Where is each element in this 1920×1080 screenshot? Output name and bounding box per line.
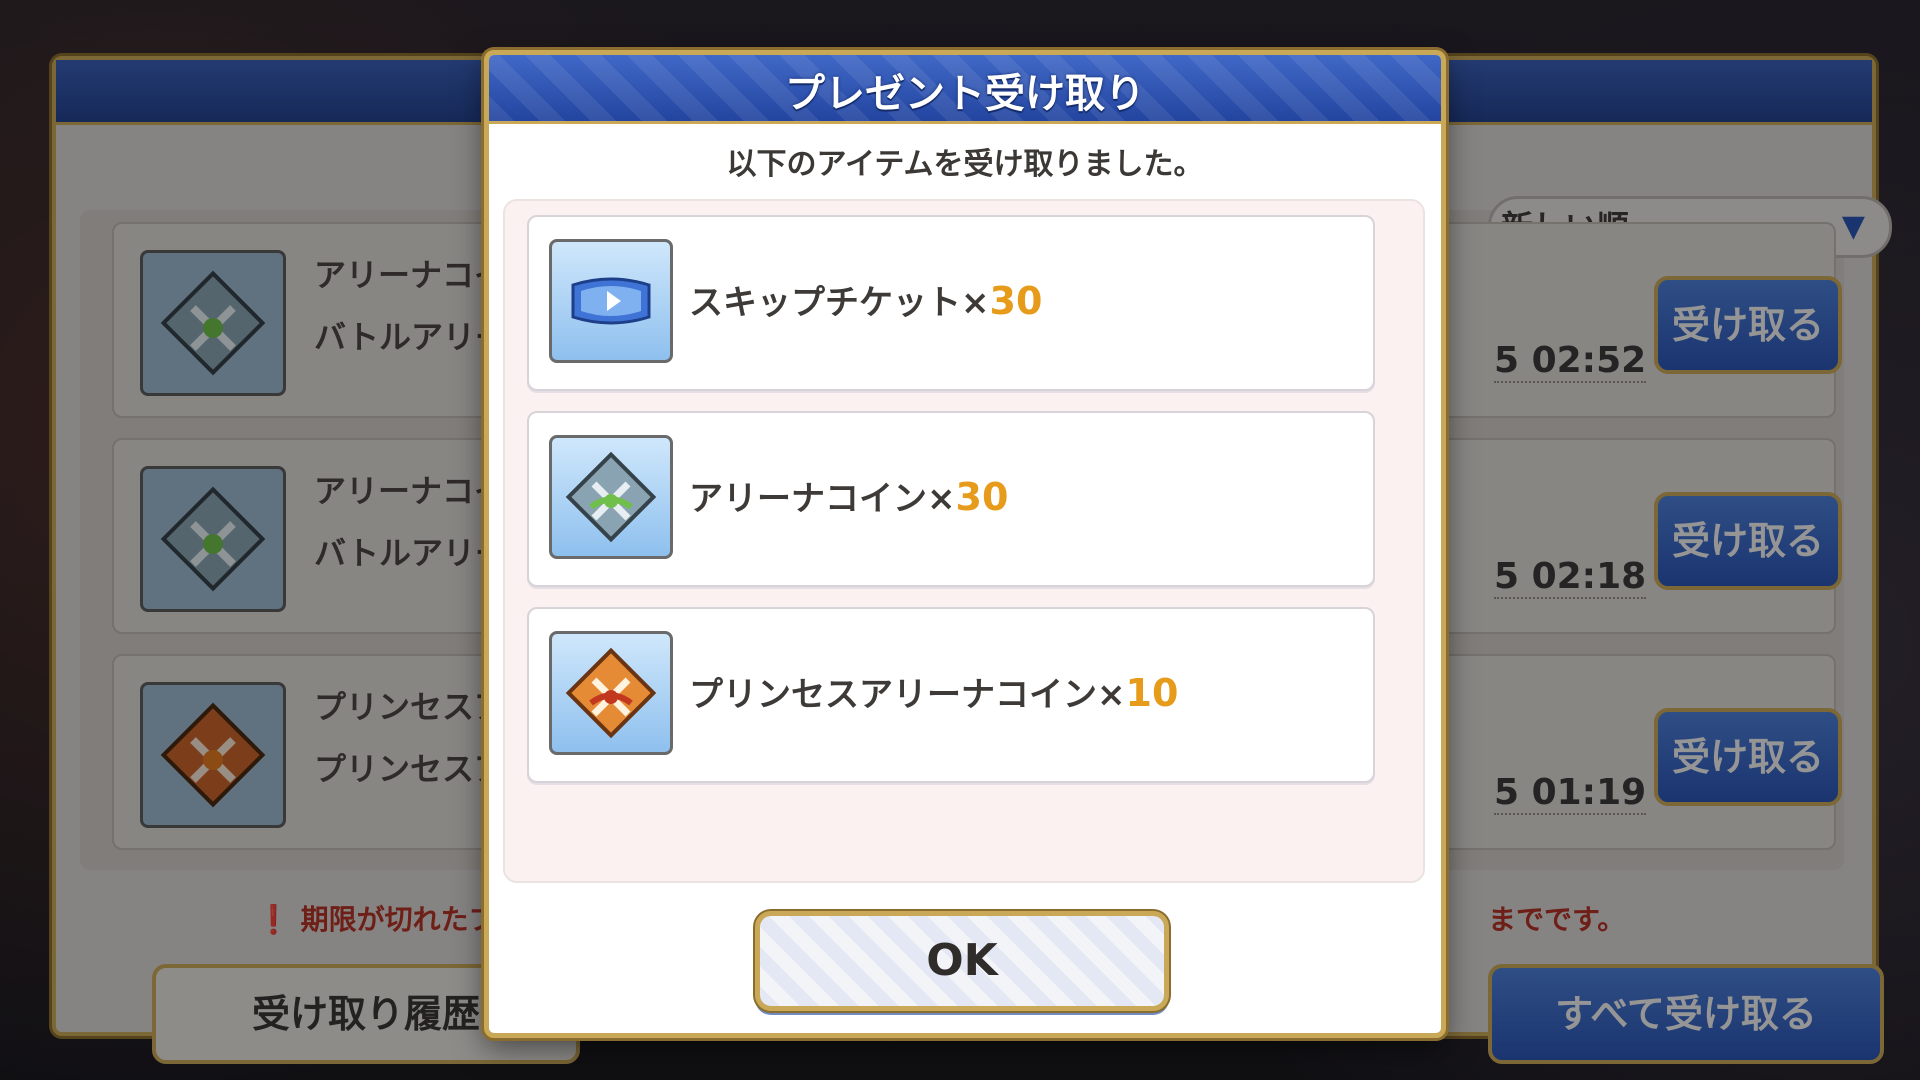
received-item-label: アリーナコイン×30 xyxy=(689,471,1008,520)
present-received-dialog: プレゼント受け取り 以下のアイテムを受け取りました。 スキップチケット×30 ア… xyxy=(484,50,1446,1038)
received-item-label: プリンセスアリーナコイン×10 xyxy=(689,667,1178,716)
item-name: スキップチケット xyxy=(689,283,961,323)
dialog-header: プレゼント受け取り xyxy=(489,55,1441,124)
dialog-title: プレゼント受け取り xyxy=(785,71,1145,117)
received-item-label: スキップチケット×30 xyxy=(689,275,1042,324)
princess-arena-coin-icon xyxy=(549,631,673,755)
item-quantity: 10 xyxy=(1125,671,1179,715)
skip-ticket-icon xyxy=(549,239,673,363)
item-multiplier: × xyxy=(961,283,990,323)
item-name: プリンセスアリーナコイン xyxy=(689,675,1097,715)
dialog-message: 以下のアイテムを受け取りました。 xyxy=(726,147,1204,182)
item-quantity: 30 xyxy=(955,475,1009,519)
received-items-panel: スキップチケット×30 アリーナコイン×30 プリンセスアリーナコイン×10 xyxy=(503,199,1425,883)
received-item: スキップチケット×30 xyxy=(527,215,1375,391)
ok-button[interactable]: OK xyxy=(755,911,1169,1011)
received-item: プリンセスアリーナコイン×10 xyxy=(527,607,1375,783)
item-quantity: 30 xyxy=(989,279,1043,323)
item-multiplier: × xyxy=(927,479,956,519)
arena-coin-icon xyxy=(549,435,673,559)
received-item: アリーナコイン×30 xyxy=(527,411,1375,587)
item-multiplier: × xyxy=(1097,675,1126,715)
item-name: アリーナコイン xyxy=(689,479,927,519)
